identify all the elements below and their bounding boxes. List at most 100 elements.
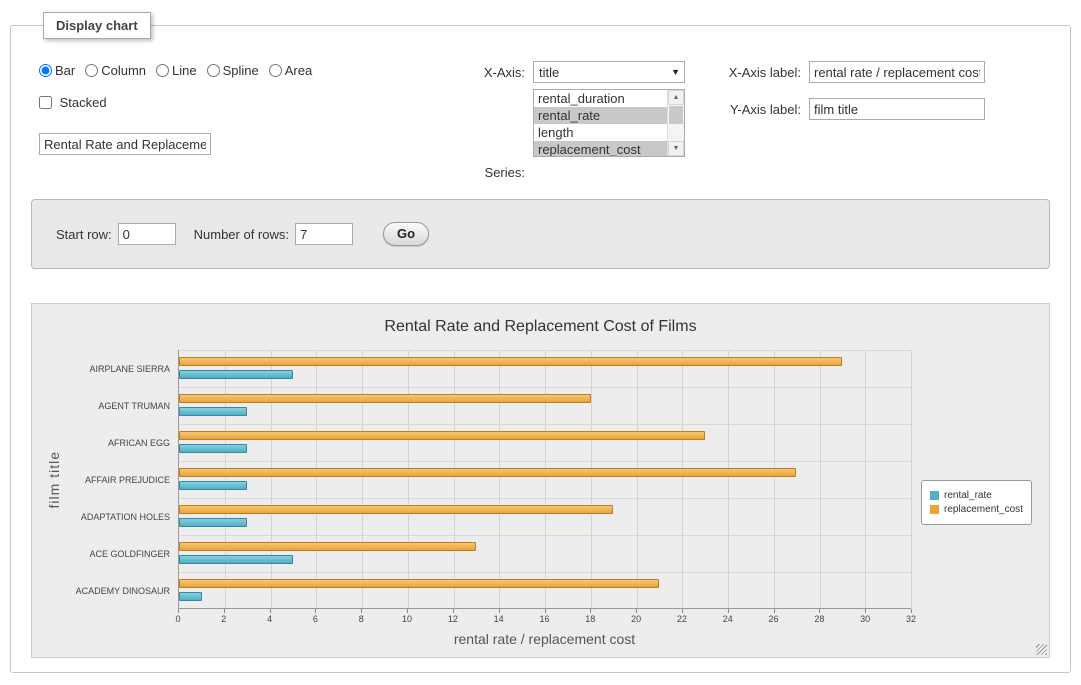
scrollbar-track[interactable]	[668, 105, 684, 141]
x-axis-selected-value: title	[539, 65, 559, 80]
bar-rental_rate[interactable]	[179, 518, 247, 527]
legend-item-rental_rate[interactable]: rental_rate	[930, 490, 1023, 501]
series-options: rental_durationrental_ratelengthreplacem…	[534, 90, 667, 156]
x-axis-label-row: X-Axis label:	[721, 61, 985, 83]
bar-rental_rate[interactable]	[179, 555, 293, 564]
x-tick-label: 32	[906, 614, 916, 624]
chart-type-radio-line[interactable]	[156, 64, 169, 77]
stacked-checkbox-label[interactable]: Stacked	[39, 95, 107, 110]
chart-type-bar[interactable]: Bar	[39, 63, 75, 78]
x-tick-mark	[819, 609, 820, 613]
scroll-down-icon[interactable]: ▼	[668, 141, 684, 156]
series-option-rental_duration[interactable]: rental_duration	[534, 90, 667, 107]
bar-replacement_cost[interactable]	[179, 431, 705, 440]
x-tick-label: 6	[313, 614, 318, 624]
bar-replacement_cost[interactable]	[179, 542, 476, 551]
bar-rental_rate[interactable]	[179, 370, 293, 379]
bar-rental_rate[interactable]	[179, 407, 247, 416]
x-axis-title: rental rate / replacement cost	[178, 629, 911, 655]
x-tick-mark	[270, 609, 271, 613]
scrollbar-thumb[interactable]	[669, 106, 683, 124]
bar-replacement_cost[interactable]	[179, 579, 659, 588]
stacked-label-text: Stacked	[60, 95, 107, 110]
bar-rental_rate[interactable]	[179, 592, 202, 601]
chart-type-radio-area[interactable]	[269, 64, 282, 77]
category-band	[179, 387, 911, 424]
go-button[interactable]: Go	[383, 222, 429, 246]
x-tick-mark	[361, 609, 362, 613]
bar-replacement_cost[interactable]	[179, 357, 842, 366]
chart-title-input[interactable]	[39, 133, 211, 155]
display-chart-legend: Display chart	[43, 12, 151, 39]
chart-legend: rental_rate replacement_cost	[921, 480, 1032, 525]
chart-type-spline[interactable]: Spline	[207, 63, 259, 78]
category-label: ACADEMY DINOSAUR	[66, 572, 178, 609]
series-scrollbar[interactable]: ▲ ▼	[667, 90, 684, 156]
x-tick-label: 30	[860, 614, 870, 624]
start-row-input[interactable]	[118, 223, 176, 245]
bar-replacement_cost[interactable]	[179, 394, 591, 403]
x-tick-mark	[682, 609, 683, 613]
category-band	[179, 572, 911, 609]
x-tick-mark	[224, 609, 225, 613]
category-band	[179, 461, 911, 498]
legend-swatch-replacement_cost	[930, 505, 939, 514]
chart-type-radios: Bar Column Line Spline Area	[39, 63, 322, 78]
x-tick-label: 14	[494, 614, 504, 624]
chart-type-line[interactable]: Line	[156, 63, 197, 78]
x-tick-mark	[865, 609, 866, 613]
series-option-length[interactable]: length	[534, 124, 667, 141]
x-axis-label-input[interactable]	[809, 61, 985, 83]
x-tick-label: 4	[267, 614, 272, 624]
x-tick-mark	[453, 609, 454, 613]
y-axis-title-col: film title	[42, 350, 66, 609]
x-tick-mark	[774, 609, 775, 613]
x-axis-label-label: X-Axis label:	[721, 65, 801, 80]
y-axis-label-input[interactable]	[809, 98, 985, 120]
chart-title: Rental Rate and Replacement Cost of Film…	[42, 318, 1039, 336]
category-band	[179, 498, 911, 535]
bar-rental_rate[interactable]	[179, 481, 247, 490]
category-labels: AIRPLANE SIERRAAGENT TRUMANAFRICAN EGGAF…	[66, 350, 178, 609]
series-option-replacement_cost[interactable]: replacement_cost	[534, 141, 667, 156]
x-tick-mark	[590, 609, 591, 613]
series-multiselect[interactable]: rental_durationrental_ratelengthreplacem…	[533, 89, 685, 157]
stacked-checkbox[interactable]	[39, 96, 52, 109]
category-band	[179, 350, 911, 387]
chart-type-radio-bar[interactable]	[39, 64, 52, 77]
legend-item-replacement_cost[interactable]: replacement_cost	[930, 504, 1023, 515]
x-tick-label: 24	[723, 614, 733, 624]
x-tick-label: 28	[814, 614, 824, 624]
rows-fieldset: Start row: Number of rows: Go	[31, 199, 1050, 269]
chart-type-radio-column[interactable]	[85, 64, 98, 77]
x-tick-mark	[545, 609, 546, 613]
series-option-rental_rate[interactable]: rental_rate	[534, 107, 667, 124]
series-label-text: Series:	[455, 165, 525, 180]
bar-replacement_cost[interactable]	[179, 468, 796, 477]
resize-handle[interactable]	[1036, 644, 1047, 655]
scroll-up-icon[interactable]: ▲	[668, 90, 684, 105]
x-tick-mark	[499, 609, 500, 613]
x-tick-label: 26	[769, 614, 779, 624]
x-tick-label: 22	[677, 614, 687, 624]
chart-type-area[interactable]: Area	[269, 63, 312, 78]
legend-swatch-rental_rate	[930, 491, 939, 500]
category-label: AGENT TRUMAN	[66, 387, 178, 424]
x-tick-mark	[178, 609, 179, 613]
x-tick-mark	[407, 609, 408, 613]
num-rows-input[interactable]	[295, 223, 353, 245]
x-tick-label: 0	[175, 614, 180, 624]
chevron-down-icon: ▼	[671, 67, 680, 77]
plot-area	[178, 350, 911, 609]
chart-type-radio-spline[interactable]	[207, 64, 220, 77]
x-tick-label: 18	[585, 614, 595, 624]
x-axis-label-text: X-Axis:	[455, 65, 525, 80]
category-label: AIRPLANE SIERRA	[66, 350, 178, 387]
bar-replacement_cost[interactable]	[179, 505, 613, 514]
chart-type-column[interactable]: Column	[85, 63, 146, 78]
category-label: ACE GOLDFINGER	[66, 535, 178, 572]
x-tick-mark	[315, 609, 316, 613]
bar-rental_rate[interactable]	[179, 444, 247, 453]
x-axis-select[interactable]: title ▼	[533, 61, 685, 83]
x-tick-label: 10	[402, 614, 412, 624]
